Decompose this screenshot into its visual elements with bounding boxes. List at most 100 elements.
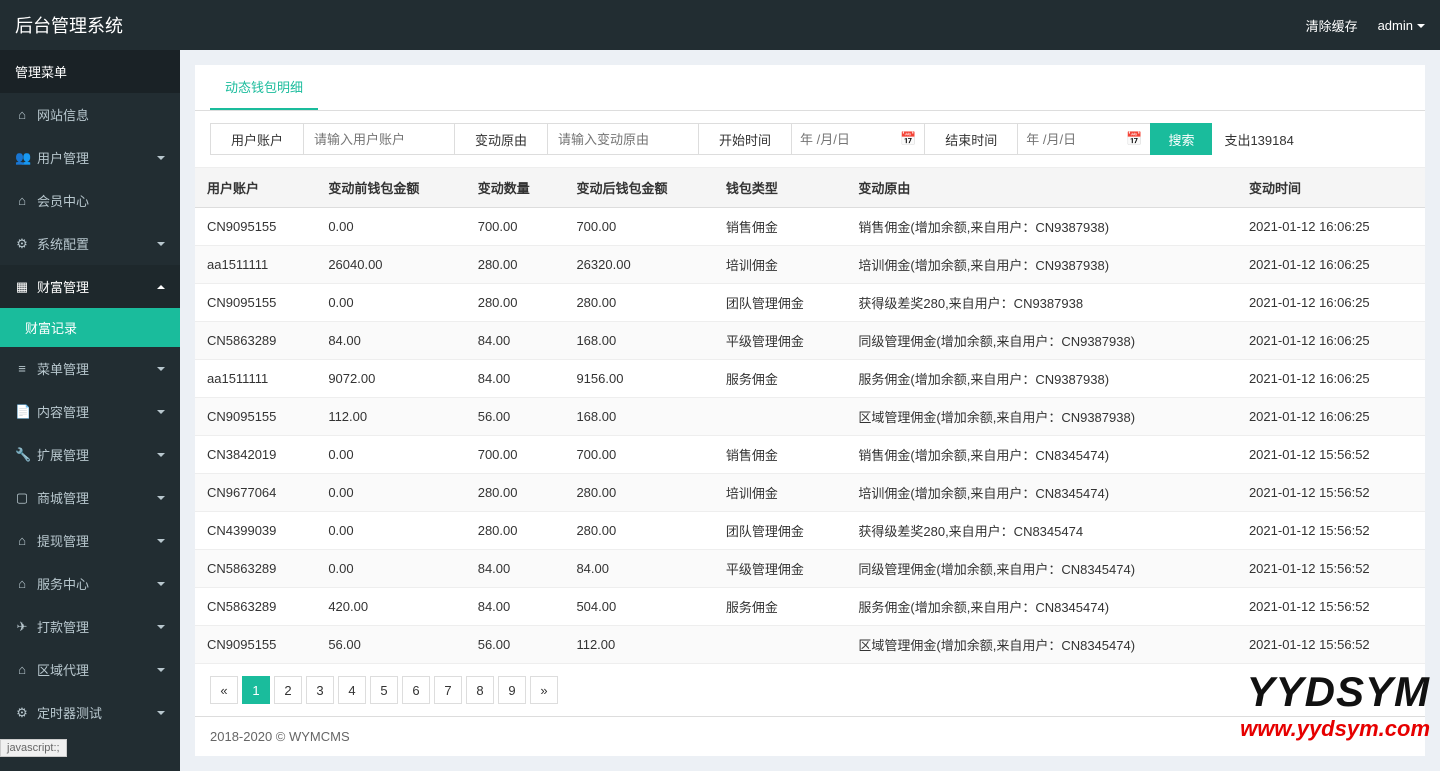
calendar-icon: 📅 <box>892 131 924 147</box>
sidebar-item-6[interactable]: 📄内容管理 <box>0 390 180 433</box>
sidebar-item-label: 会员中心 <box>37 191 89 210</box>
table-header-cell: 变动后钱包金额 <box>564 168 713 208</box>
table-cell: 9072.00 <box>316 360 465 398</box>
sidebar-item-1[interactable]: 👥用户管理 <box>0 136 180 179</box>
chevron-icon <box>157 367 165 371</box>
sidebar-subitem-wealth-record[interactable]: 财富记录 <box>0 308 180 347</box>
sidebar-item-12[interactable]: ⌂区域代理 <box>0 648 180 691</box>
table-cell: 280.00 <box>466 512 565 550</box>
sidebar-item-10[interactable]: ⌂服务中心 <box>0 562 180 605</box>
table-row: CN43990390.00280.00280.00团队管理佣金获得级差奖280,… <box>195 512 1425 550</box>
sidebar-item-label: 商城管理 <box>37 488 89 507</box>
reason-input[interactable] <box>548 124 698 154</box>
sidebar-item-label: 区域代理 <box>37 660 89 679</box>
sidebar-item-7[interactable]: 🔧扩展管理 <box>0 433 180 476</box>
page-button[interactable]: 9 <box>498 676 526 704</box>
account-input[interactable] <box>304 124 454 154</box>
page-button[interactable]: 5 <box>370 676 398 704</box>
table-cell: 平级管理佣金 <box>714 550 847 588</box>
table-cell: 团队管理佣金 <box>714 284 847 322</box>
table-cell: CN9095155 <box>195 208 316 246</box>
page-button[interactable]: 7 <box>434 676 462 704</box>
table-row: aa151111126040.00280.0026320.00培训佣金培训佣金(… <box>195 246 1425 284</box>
sidebar-item-8[interactable]: ▢商城管理 <box>0 476 180 519</box>
chevron-down-icon <box>1417 24 1425 28</box>
sidebar: 管理菜单 ⌂网站信息👥用户管理⌂会员中心⚙系统配置▦财富管理财富记录≡菜单管理📄… <box>0 50 180 771</box>
page-button[interactable]: » <box>530 676 558 704</box>
page-button[interactable]: 6 <box>402 676 430 704</box>
chevron-icon <box>157 539 165 543</box>
end-date-input[interactable] <box>1018 124 1118 154</box>
tab-wallet-detail[interactable]: 动态钱包明细 <box>210 65 318 110</box>
sidebar-item-4[interactable]: ▦财富管理 <box>0 265 180 308</box>
page-button[interactable]: 1 <box>242 676 270 704</box>
table-header-row: 用户账户变动前钱包金额变动数量变动后钱包金额钱包类型变动原由变动时间 <box>195 168 1425 208</box>
table-cell: 112.00 <box>316 398 465 436</box>
page-button[interactable]: 2 <box>274 676 302 704</box>
table-cell: 服务佣金 <box>714 360 847 398</box>
table-cell: 280.00 <box>466 284 565 322</box>
chevron-icon <box>157 410 165 414</box>
table-cell: 销售佣金 <box>714 208 847 246</box>
page-button[interactable]: 3 <box>306 676 334 704</box>
page-button[interactable]: 4 <box>338 676 366 704</box>
table-cell: 84.00 <box>316 322 465 360</box>
menu-icon: ⌂ <box>15 576 29 591</box>
table-row: CN96770640.00280.00280.00培训佣金培训佣金(增加余额,来… <box>195 474 1425 512</box>
footer: 2018-2020 © WYMCMS <box>195 716 1425 756</box>
table-cell: 2021-01-12 16:06:25 <box>1237 322 1425 360</box>
clear-cache-link[interactable]: 清除缓存 <box>1306 16 1358 35</box>
table-cell: 9156.00 <box>564 360 713 398</box>
chevron-icon <box>157 242 165 246</box>
sidebar-item-9[interactable]: ⌂提现管理 <box>0 519 180 562</box>
search-button[interactable]: 搜索 <box>1150 123 1212 155</box>
menu-icon: ⌂ <box>15 193 29 208</box>
table-cell: 56.00 <box>316 626 465 664</box>
filter-bar: 用户账户 变动原由 开始时间 📅 结束时间 📅 搜索 <box>195 111 1425 168</box>
table-cell: 0.00 <box>316 512 465 550</box>
table-cell: 2021-01-12 16:06:25 <box>1237 360 1425 398</box>
sidebar-item-11[interactable]: ✈打款管理 <box>0 605 180 648</box>
sidebar-item-label: 系统配置 <box>37 234 89 253</box>
table-row: CN5863289420.0084.00504.00服务佣金服务佣金(增加余额,… <box>195 588 1425 626</box>
top-right: 清除缓存 admin <box>1306 16 1425 35</box>
data-table: 用户账户变动前钱包金额变动数量变动后钱包金额钱包类型变动原由变动时间 CN909… <box>195 168 1425 664</box>
sidebar-item-0[interactable]: ⌂网站信息 <box>0 93 180 136</box>
tab-bar: 动态钱包明细 <box>195 65 1425 111</box>
table-cell: 168.00 <box>564 322 713 360</box>
table-cell: 84.00 <box>466 360 565 398</box>
table-cell: CN9677064 <box>195 474 316 512</box>
main-content: 动态钱包明细 用户账户 变动原由 开始时间 📅 结束时间 <box>180 50 1440 771</box>
table-row: aa15111119072.0084.009156.00服务佣金服务佣金(增加余… <box>195 360 1425 398</box>
table-cell: 56.00 <box>466 626 565 664</box>
sidebar-item-label: 定时器测试 <box>37 703 102 722</box>
menu-icon: ✈ <box>15 619 29 635</box>
sidebar-item-3[interactable]: ⚙系统配置 <box>0 222 180 265</box>
table-cell: 84.00 <box>466 322 565 360</box>
table-cell: 26320.00 <box>564 246 713 284</box>
page-button[interactable]: « <box>210 676 238 704</box>
menu-icon: 📄 <box>15 404 29 420</box>
table-cell: 700.00 <box>564 208 713 246</box>
sidebar-item-label: 菜单管理 <box>37 359 89 378</box>
table-cell: 0.00 <box>316 208 465 246</box>
start-date-input[interactable] <box>792 124 892 154</box>
table-cell: 112.00 <box>564 626 713 664</box>
table-cell: 获得级差奖280,来自用户：CN8345474 <box>846 512 1237 550</box>
table-cell: 2021-01-12 16:06:25 <box>1237 284 1425 322</box>
table-header-cell: 钱包类型 <box>714 168 847 208</box>
chevron-icon <box>157 711 165 715</box>
sidebar-item-5[interactable]: ≡菜单管理 <box>0 347 180 390</box>
table-header-cell: 用户账户 <box>195 168 316 208</box>
user-menu[interactable]: admin <box>1378 18 1425 33</box>
table-cell: 平级管理佣金 <box>714 322 847 360</box>
sidebar-item-13[interactable]: ⚙定时器测试 <box>0 691 180 734</box>
table-cell: 84.00 <box>564 550 713 588</box>
menu-icon: ⌂ <box>15 107 29 122</box>
sidebar-item-2[interactable]: ⌂ 会员中心 <box>0 179 180 222</box>
table-cell: 同级管理佣金(增加余额,来自用户：CN8345474) <box>846 550 1237 588</box>
table-header-cell: 变动前钱包金额 <box>316 168 465 208</box>
table-row: CN9095155112.0056.00168.00区域管理佣金(增加余额,来自… <box>195 398 1425 436</box>
table-cell: 2021-01-12 15:56:52 <box>1237 512 1425 550</box>
page-button[interactable]: 8 <box>466 676 494 704</box>
